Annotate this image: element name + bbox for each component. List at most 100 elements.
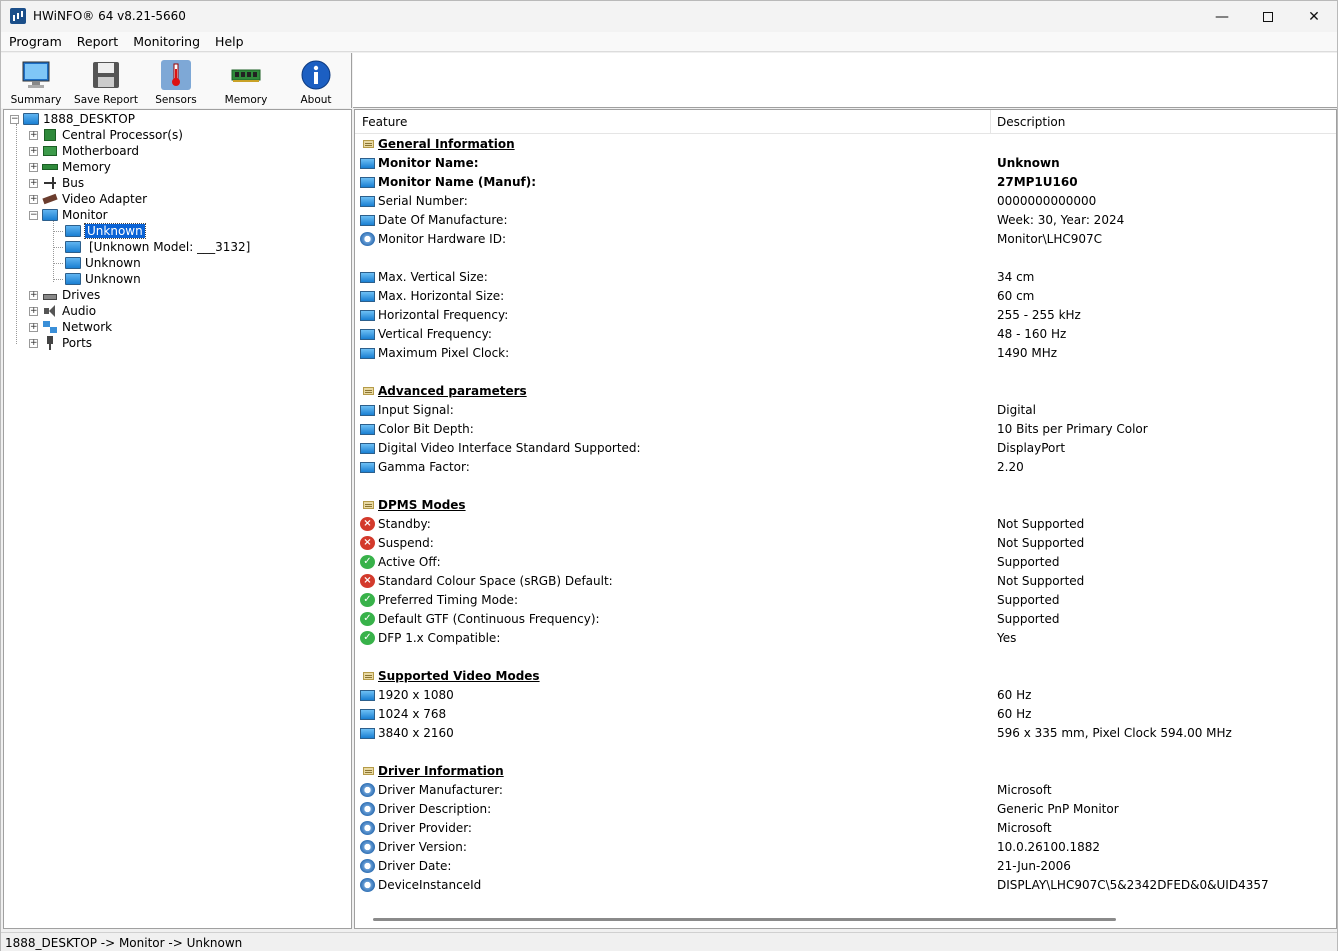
- monitor-icon: [360, 709, 375, 720]
- detail-row[interactable]: 1024 x 768 60 Hz: [355, 705, 1336, 724]
- detail-row[interactable]: 3840 x 2160 596 x 335 mm, Pixel Clock 594…: [355, 724, 1336, 743]
- detail-row[interactable]: Max. Vertical Size: 34 cm: [355, 268, 1336, 287]
- feature-column-header[interactable]: Feature: [362, 115, 407, 129]
- description-cell: Unknown: [997, 156, 1060, 170]
- tree-guide-line: [53, 220, 54, 282]
- description-column-header[interactable]: Description: [997, 115, 1065, 129]
- tree-item-ports[interactable]: + Ports: [29, 335, 92, 351]
- expand-toggle[interactable]: +: [29, 290, 38, 300]
- detail-row[interactable]: Driver Version: 10.0.26100.1882: [355, 838, 1336, 857]
- cpu-icon: [42, 128, 58, 142]
- detail-row[interactable]: Serial Number: 0000000000000: [355, 192, 1336, 211]
- section-header[interactable]: General Information: [355, 135, 1336, 154]
- detail-row[interactable]: Input Signal: Digital: [355, 401, 1336, 420]
- detail-row[interactable]: DeviceInstanceId DISPLAY\LHC907C\5&2342DF…: [355, 876, 1336, 895]
- device-settings-icon: [360, 821, 375, 835]
- detail-row[interactable]: × Standby: Not Supported: [355, 515, 1336, 534]
- save-report-button[interactable]: Save Report: [73, 57, 139, 107]
- spacer-row: [355, 363, 1336, 382]
- minimize-button[interactable]: —: [1199, 1, 1245, 32]
- monitor-icon: [360, 690, 375, 701]
- tree-monitor-child[interactable]: Unknown: [65, 223, 146, 239]
- detail-row[interactable]: Gamma Factor: 2.20: [355, 458, 1336, 477]
- detail-row[interactable]: Driver Provider: Microsoft: [355, 819, 1336, 838]
- section-header[interactable]: Advanced parameters: [355, 382, 1336, 401]
- tree-item-memory[interactable]: + Memory: [29, 159, 111, 175]
- detail-row[interactable]: Horizontal Frequency: 255 - 255 kHz: [355, 306, 1336, 325]
- expand-toggle[interactable]: +: [29, 338, 38, 348]
- tree-item-audio[interactable]: + Audio: [29, 303, 96, 319]
- detail-row[interactable]: Monitor Name: Unknown: [355, 154, 1336, 173]
- menu-report[interactable]: Report: [69, 34, 125, 49]
- detail-row[interactable]: Monitor Hardware ID: Monitor\LHC907C: [355, 230, 1336, 249]
- feature-cell: Preferred Timing Mode:: [378, 593, 518, 607]
- detail-row[interactable]: 1920 x 1080 60 Hz: [355, 686, 1336, 705]
- app-window: HWiNFO® 64 v8.21-5660 — ✕ Program Report…: [0, 0, 1338, 951]
- section-header[interactable]: Supported Video Modes: [355, 667, 1336, 686]
- maximize-button[interactable]: [1245, 1, 1291, 32]
- detail-row[interactable]: Maximum Pixel Clock: 1490 MHz: [355, 344, 1336, 363]
- summary-button[interactable]: Summary: [3, 57, 69, 107]
- about-button[interactable]: About: [283, 57, 349, 107]
- tree-item-cpu[interactable]: + Central Processor(s): [29, 127, 183, 143]
- feature-cell: Max. Horizontal Size:: [378, 289, 505, 303]
- detail-row[interactable]: Driver Description: Generic PnP Monitor: [355, 800, 1336, 819]
- feature-cell: Driver Date:: [378, 859, 452, 873]
- expand-toggle[interactable]: +: [29, 130, 38, 140]
- tree-item-drives[interactable]: + Drives: [29, 287, 100, 303]
- detail-row[interactable]: Driver Manufacturer: Microsoft: [355, 781, 1336, 800]
- detail-row[interactable]: Date Of Manufacture: Week: 30, Year: 2024: [355, 211, 1336, 230]
- detail-row[interactable]: ✓ Preferred Timing Mode: Supported: [355, 591, 1336, 610]
- expand-toggle[interactable]: +: [29, 146, 38, 156]
- close-button[interactable]: ✕: [1291, 1, 1337, 32]
- detail-row[interactable]: ✓ Default GTF (Continuous Frequency): Supp…: [355, 610, 1336, 629]
- expand-toggle[interactable]: +: [29, 306, 38, 316]
- expand-toggle[interactable]: +: [29, 178, 38, 188]
- expand-toggle[interactable]: +: [29, 162, 38, 172]
- collapse-toggle[interactable]: −: [29, 210, 38, 220]
- monitor-icon: [22, 61, 50, 88]
- expand-toggle[interactable]: +: [29, 194, 38, 204]
- feature-cell: General Information: [378, 137, 515, 151]
- feature-cell: 3840 x 2160: [378, 726, 454, 740]
- detail-row[interactable]: Monitor Name (Manuf): 27MP1U160: [355, 173, 1336, 192]
- section-icon: [363, 501, 374, 509]
- expand-toggle[interactable]: +: [29, 322, 38, 332]
- description-cell: Supported: [997, 593, 1060, 607]
- memory-button[interactable]: Memory: [213, 57, 279, 107]
- section-header[interactable]: Driver Information: [355, 762, 1336, 781]
- tree-item-bus[interactable]: + Bus: [29, 175, 84, 191]
- menu-help[interactable]: Help: [207, 34, 251, 49]
- tree-root[interactable]: − 1888_DESKTOP: [10, 111, 135, 127]
- detail-row[interactable]: Digital Video Interface Standard Support…: [355, 439, 1336, 458]
- detail-row[interactable]: ✓ Active Off: Supported: [355, 553, 1336, 572]
- detail-row[interactable]: ✓ DFP 1.x Compatible: Yes: [355, 629, 1336, 648]
- detail-row[interactable]: × Standard Colour Space (sRGB) Default: No…: [355, 572, 1336, 591]
- feature-cell: Driver Manufacturer:: [378, 783, 503, 797]
- detail-row[interactable]: × Suspend: Not Supported: [355, 534, 1336, 553]
- tree-item-video-adapter[interactable]: + Video Adapter: [29, 191, 147, 207]
- collapse-toggle[interactable]: −: [10, 114, 19, 124]
- tree-item-label: Video Adapter: [62, 192, 148, 206]
- tree-item-network[interactable]: + Network: [29, 319, 112, 335]
- menu-monitoring[interactable]: Monitoring: [125, 34, 207, 49]
- detail-row[interactable]: Driver Date: 21-Jun-2006: [355, 857, 1336, 876]
- tree-item-motherboard[interactable]: + Motherboard: [29, 143, 139, 159]
- horizontal-scrollbar[interactable]: [373, 918, 1116, 921]
- column-separator[interactable]: [990, 110, 991, 134]
- tree-monitor-child[interactable]: Unknown: [65, 255, 141, 271]
- detail-row[interactable]: Vertical Frequency: 48 - 160 Hz: [355, 325, 1336, 344]
- tree-item-monitor[interactable]: − Monitor: [29, 207, 108, 223]
- video-adapter-icon: [42, 192, 58, 206]
- menu-program[interactable]: Program: [1, 34, 69, 49]
- memory-label: Memory: [224, 94, 268, 106]
- detail-row[interactable]: Color Bit Depth: 10 Bits per Primary Colo…: [355, 420, 1336, 439]
- tree-monitor-child[interactable]: Unknown: [65, 271, 141, 287]
- tree-monitor-child[interactable]: [Unknown Model: ___3132]: [65, 239, 250, 255]
- section-header[interactable]: DPMS Modes: [355, 496, 1336, 515]
- detail-row[interactable]: Max. Horizontal Size: 60 cm: [355, 287, 1336, 306]
- monitor-icon: [360, 272, 375, 283]
- sensors-button[interactable]: Sensors: [143, 57, 209, 107]
- feature-cell: Vertical Frequency:: [378, 327, 492, 341]
- feature-cell: DPMS Modes: [378, 498, 466, 512]
